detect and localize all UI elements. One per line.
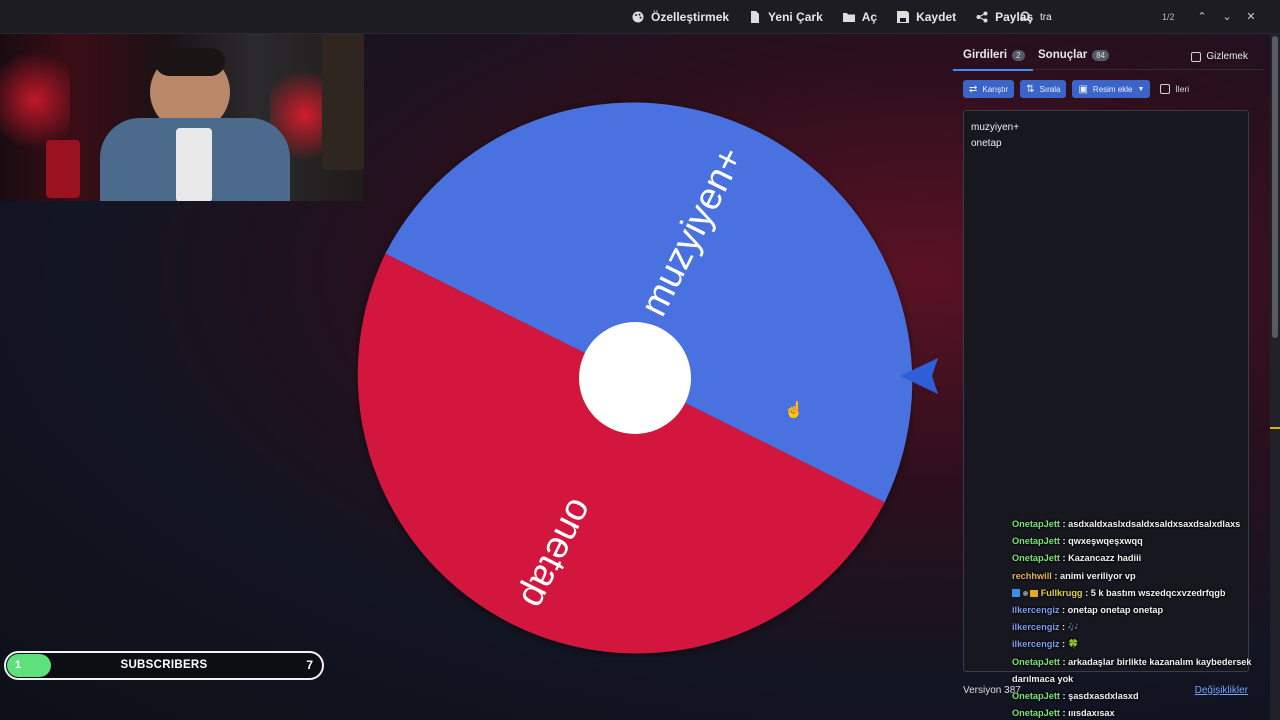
chat-text: 5 k bastım wszedqcxvzedrfqgb (1090, 587, 1226, 598)
shuffle-button[interactable]: ⇄ Karıştır (963, 80, 1015, 98)
chat-text: şasdxasdxlasxd (1068, 691, 1139, 702)
chat-username: ilkercengiz (1012, 639, 1060, 650)
entry-line: onetap (971, 138, 1002, 149)
chat-text: onetap onetap onetap (1067, 605, 1164, 616)
chat-message: OnetapJett : Kazancazz hadiii (1012, 553, 1142, 564)
save-icon (897, 11, 910, 23)
scroll-marker (1270, 427, 1280, 429)
advanced-label: İleri (1175, 84, 1190, 94)
chat-message: ilkercengiz : onetap onetap onetap (1012, 605, 1164, 616)
advanced-toggle[interactable]: İleri (1160, 84, 1189, 94)
chat-text: 🍀 (1067, 639, 1080, 650)
find-close-icon[interactable]: ✕ (1243, 9, 1259, 25)
chat-message: ilkercengiz : 🍀 (1012, 639, 1080, 650)
chat-username: OnetapJett (1012, 656, 1060, 667)
save-button[interactable]: Kaydet (897, 10, 956, 24)
new-wheel-button[interactable]: Yeni Çark (749, 10, 823, 24)
badge-dot-icon (1022, 590, 1028, 596)
save-label: Kaydet (916, 10, 957, 24)
tab-results-count: 84 (1092, 49, 1110, 61)
tab-entries[interactable]: Girdileri 2 (953, 49, 1033, 71)
subscriber-label: SUBSCRIBERS (120, 659, 208, 671)
chat-username: OnetapJett (1012, 691, 1060, 702)
chat-text: 🎶 (1067, 622, 1080, 633)
wheel-center[interactable] (579, 322, 691, 434)
find-next-icon[interactable]: ⌄ (1219, 9, 1235, 25)
open-label: Aç (861, 10, 878, 24)
open-button[interactable]: Aç (842, 10, 878, 24)
file-icon (751, 11, 760, 23)
share-icon (976, 11, 988, 23)
chat-username: rechhwill (1012, 570, 1052, 581)
customize-label: Özelleştirmek (651, 10, 730, 24)
advanced-checkbox[interactable] (1160, 84, 1171, 94)
chat-text: asdxaldxaslxdsaldxsaldxsaxdsalxdlaxs (1068, 519, 1241, 529)
spin-wheel[interactable]: muzyiyen+ onetap (356, 99, 914, 657)
chat-username: OnetapJett (1012, 553, 1060, 564)
hide-label: Gizlemek (1206, 51, 1248, 62)
entry-actions: ⇄ Karıştır ⇅ Sırala ▣ Resim ekle ▼ İleri (963, 80, 1189, 98)
shuffle-icon: ⇄ (969, 83, 978, 95)
folder-icon (842, 13, 855, 22)
chat-username: ilkercengiz (1012, 622, 1060, 633)
hide-checkbox[interactable] (1191, 51, 1202, 62)
search-icon (1020, 11, 1032, 23)
find-prev-icon[interactable]: ⌃ (1194, 9, 1210, 25)
find-match-count: 1/2 (1162, 12, 1175, 22)
chat-message: OnetapJett : qwxeşwqeşxwqq (1012, 536, 1143, 547)
chat-username: OnetapJett (1012, 536, 1060, 547)
chat-message: OnetapJett : ııısdaxısax (1012, 708, 1115, 719)
chat-username: OnetapJett (1012, 708, 1060, 719)
chat-message: OnetapJett : asdxaldxaslxdsaldxsaldxsaxd… (1012, 519, 1241, 529)
new-wheel-label: Yeni Çark (768, 10, 823, 24)
chat-message: OnetapJett : arkadaşlar birlikte kazanal… (1012, 656, 1252, 684)
badge-crown-icon (1030, 589, 1039, 597)
image-icon: ▣ (1078, 83, 1088, 95)
find-input[interactable] (1040, 9, 1150, 26)
top-toolbar: Özelleştirmek Yeni Çark Aç Kaydet Paylaş… (0, 0, 1280, 34)
chat-username: OnetapJett (1012, 519, 1060, 529)
chat-text: animi veriliyor vp (1060, 570, 1136, 581)
stream-chat-overlay: OnetapJett : asdxaldxaslxdsaldxsaldxsaxd… (1012, 516, 1274, 720)
tab-results[interactable]: Sonuçlar 84 (1038, 49, 1110, 61)
caret-down-icon: ▼ (1137, 85, 1145, 93)
chat-message: ilkercengiz : 🎶 (1012, 622, 1080, 633)
chat-text: qwxeşwqeşxwqq (1068, 536, 1143, 547)
chat-text: ııısdaxısax (1068, 708, 1115, 719)
entry-line: muzyiyen+ (971, 122, 1020, 133)
scrollbar-thumb[interactable] (1272, 36, 1278, 338)
mouse-cursor-icon: ☝ (784, 402, 804, 419)
tab-results-label: Sonuçlar (1038, 49, 1088, 61)
palette-icon (632, 11, 644, 23)
chat-text: Kazancazz hadiii (1068, 553, 1142, 564)
chat-username: Fullkrugg (1040, 587, 1083, 598)
chat-message: rechhwill : animi veriliyor vp (1012, 570, 1136, 581)
subscriber-goal: 7 (306, 658, 313, 672)
sort-label: Sırala (1039, 84, 1061, 94)
chat-message: OnetapJett : şasdxasdxlasxd (1012, 691, 1139, 702)
hide-toggle[interactable]: Gizlemek (1191, 51, 1248, 62)
toolbar-menu: Özelleştirmek Yeni Çark Aç Kaydet Paylaş (632, 0, 1033, 34)
chat-message: Fullkrugg : 5 k bastım wszedqcxvzedrfqgb (1012, 585, 1274, 602)
sort-button[interactable]: ⇅ Sırala (1020, 80, 1067, 98)
tab-entries-count: 2 (1012, 49, 1025, 61)
sort-icon: ⇅ (1026, 83, 1035, 95)
subscriber-goal-bar: 1 SUBSCRIBERS 7 (4, 651, 324, 680)
badge-prime-icon (1012, 589, 1020, 598)
wheel-pointer-icon (900, 358, 938, 394)
add-image-button[interactable]: ▣ Resim ekle ▼ (1072, 80, 1151, 98)
add-image-label: Resim ekle (1092, 84, 1133, 94)
tab-entries-label: Girdileri (963, 49, 1008, 61)
customize-button[interactable]: Özelleştirmek (632, 10, 729, 24)
panel-tabs: Girdileri 2 Sonuçlar 84 Gizlemek (952, 40, 1264, 71)
shuffle-label: Karıştır (982, 84, 1009, 94)
chat-username: ilkercengiz (1012, 605, 1060, 616)
